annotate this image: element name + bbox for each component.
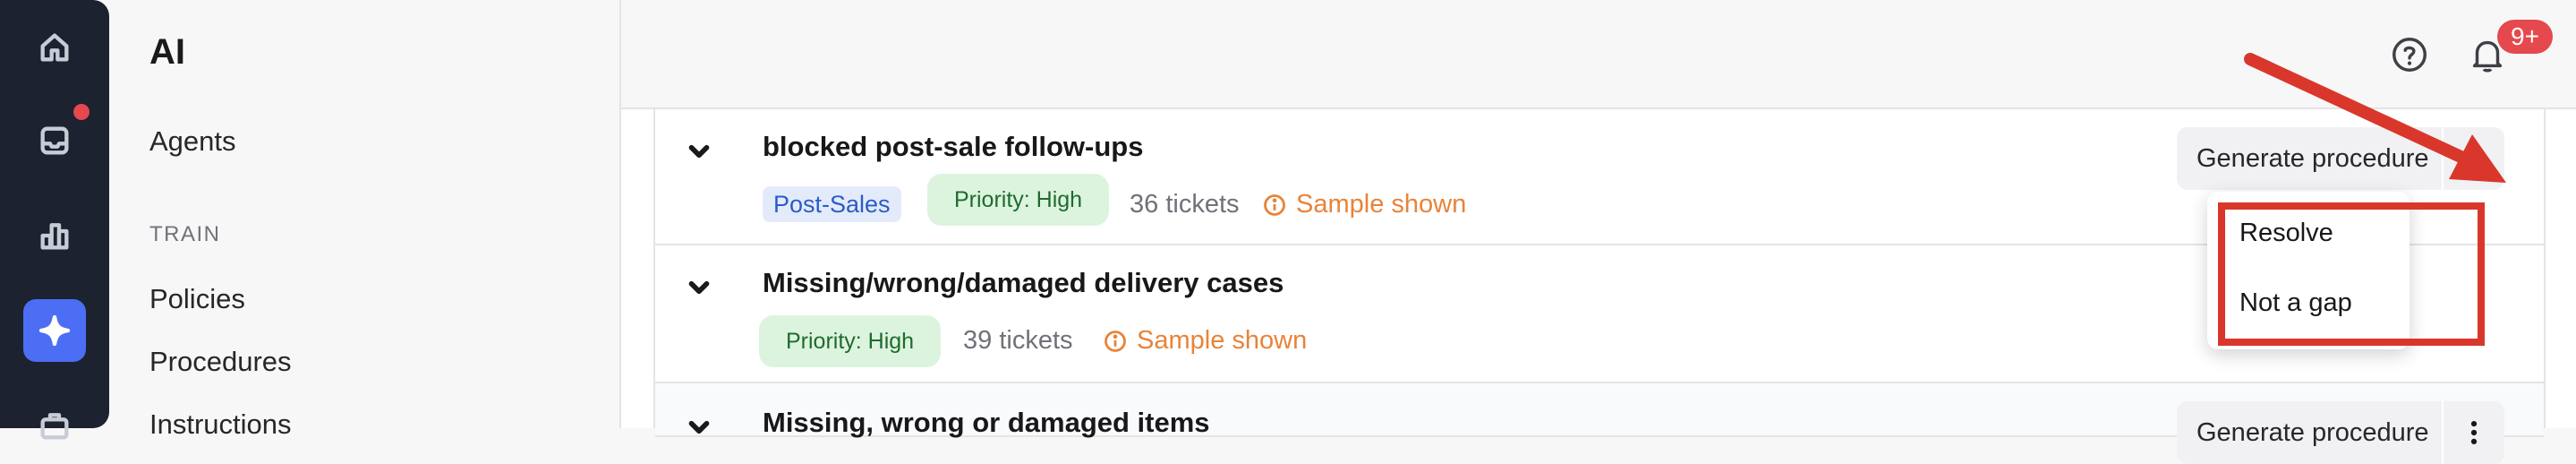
chevron-down-icon[interactable] — [684, 136, 714, 167]
priority-tag: Priority: High — [927, 174, 1110, 226]
icon-rail — [0, 0, 109, 440]
chevron-down-icon[interactable] — [684, 272, 714, 303]
row-title[interactable]: Missing/wrong/damaged delivery cases — [763, 267, 1284, 299]
annotation-arrow-icon — [2244, 53, 2506, 183]
category-tag: Post-Sales — [763, 186, 901, 222]
sample-label: Sample shown — [1137, 326, 1308, 355]
analytics-icon[interactable] — [23, 204, 86, 267]
ticket-count: 36 tickets — [1130, 190, 1240, 219]
sidebar-item-instructions[interactable]: Instructions — [149, 408, 292, 441]
sample-label: Sample shown — [1296, 190, 1467, 219]
row-title[interactable]: Missing, wrong or damaged items — [763, 407, 1210, 439]
sidebar-item-agents[interactable]: Agents — [149, 125, 236, 158]
more-options-button[interactable] — [2442, 401, 2504, 464]
sidebar-title: AI — [149, 32, 185, 72]
sidebar: AI Agents TRAIN Policies Procedures Inst… — [109, 0, 621, 440]
sidebar-item-policies[interactable]: Policies — [149, 283, 245, 315]
row-title[interactable]: blocked post-sale follow-ups — [763, 131, 1143, 163]
sample-indicator: Sample shown — [1262, 190, 1466, 219]
ai-sparkle-icon[interactable] — [23, 299, 86, 362]
briefcase-icon[interactable] — [23, 394, 86, 457]
gap-row: Missing, wrong or damaged items Generate… — [655, 383, 2544, 464]
info-icon — [1264, 193, 1285, 216]
unread-dot — [70, 100, 93, 124]
kebab-icon — [2470, 420, 2478, 445]
sidebar-section-train: TRAIN — [149, 222, 221, 246]
sidebar-item-procedures[interactable]: Procedures — [149, 346, 292, 378]
annotation-highlight — [2218, 202, 2485, 346]
ticket-count: 39 tickets — [963, 326, 1073, 355]
chevron-down-icon[interactable] — [684, 412, 714, 443]
generate-procedure-button[interactable]: Generate procedure — [2177, 401, 2449, 464]
info-icon — [1105, 330, 1126, 352]
home-icon[interactable] — [23, 16, 86, 79]
sample-indicator: Sample shown — [1103, 326, 1307, 356]
priority-tag: Priority: High — [759, 315, 942, 367]
